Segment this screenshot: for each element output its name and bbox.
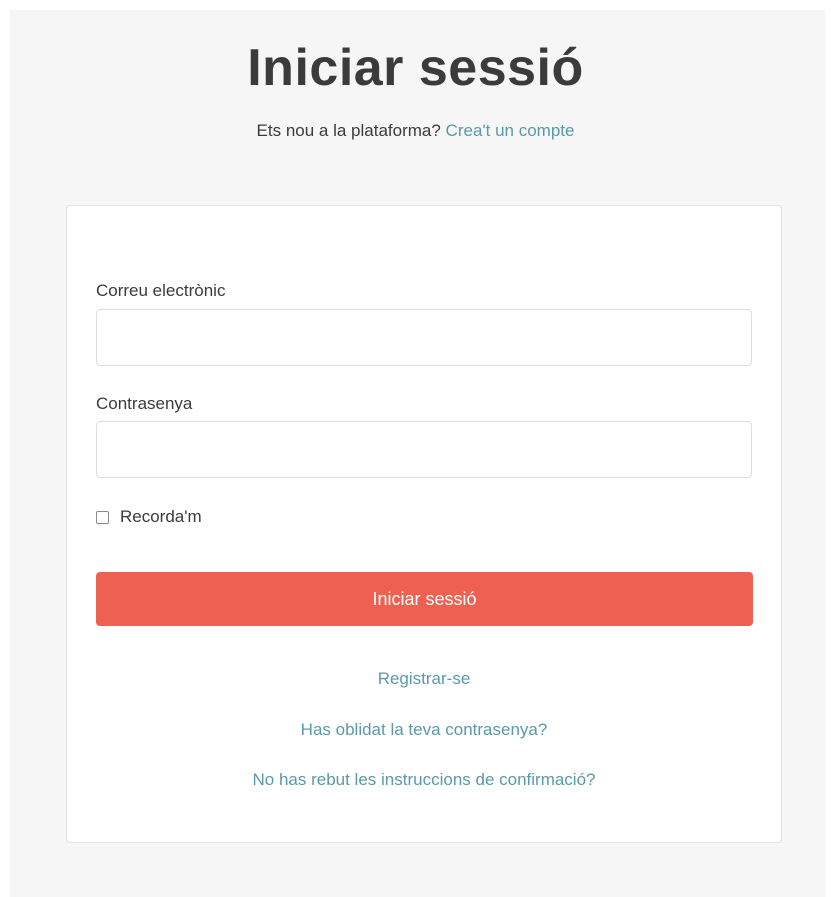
email-label: Correu electrònic	[96, 281, 226, 300]
password-field[interactable]	[96, 421, 752, 478]
signup-prompt: Ets nou a la plataforma? Crea't un compt…	[0, 121, 831, 141]
remember-me-checkbox[interactable]	[96, 510, 109, 524]
page-title: Iniciar sessió	[247, 39, 584, 97]
forgot-password-link[interactable]: Has oblidat la teva contrasenya?	[67, 720, 781, 740]
email-field[interactable]	[96, 309, 752, 366]
login-button[interactable]: Iniciar sessió	[96, 572, 753, 626]
remember-me[interactable]: Recorda'm	[96, 507, 202, 527]
resend-confirmation-link[interactable]: No has rebut les instruccions de confirm…	[67, 770, 781, 790]
signup-prompt-text: Ets nou a la plataforma?	[256, 121, 441, 140]
create-account-link[interactable]: Crea't un compte	[446, 121, 575, 140]
remember-me-label: Recorda'm	[120, 507, 202, 526]
password-label: Contrasenya	[96, 394, 193, 413]
register-link[interactable]: Registrar-se	[67, 669, 781, 689]
login-card: Correu electrònic Contrasenya Recorda'm …	[66, 205, 782, 843]
